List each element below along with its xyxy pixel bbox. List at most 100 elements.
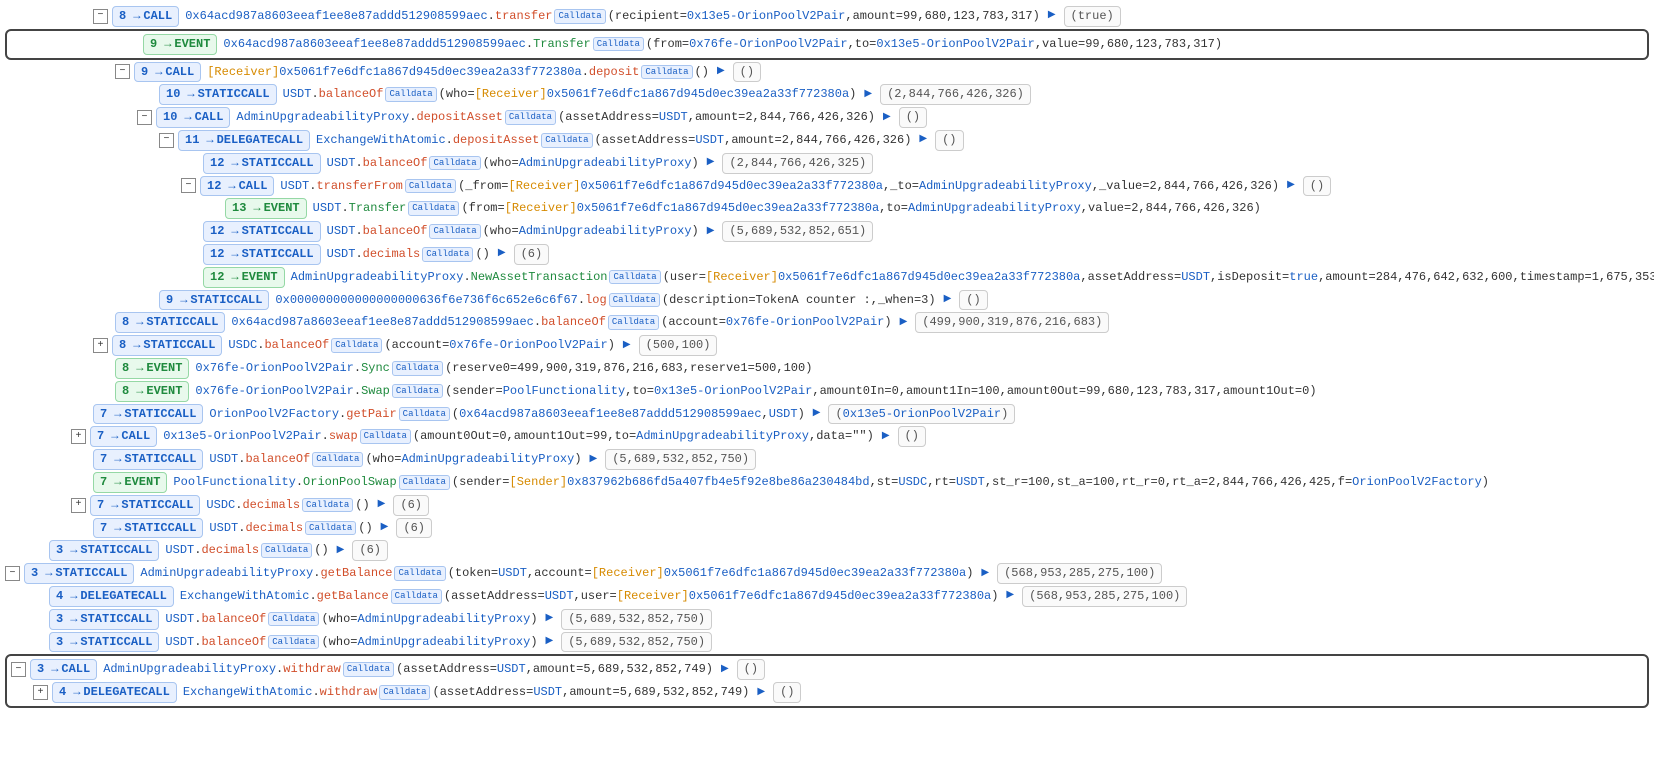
calldata-badge[interactable]: Calldata [405,179,456,194]
calldata-badge[interactable]: Calldata [609,293,660,308]
calldata-badge[interactable]: Calldata [312,452,363,467]
calldata-badge[interactable]: Calldata [641,65,692,80]
collapse-icon[interactable]: − [159,133,174,148]
trace-row[interactable]: 4→DELEGATECALLExchangeWithAtomic.getBala… [5,585,1649,608]
calldata-badge[interactable]: Calldata [392,384,443,399]
collapse-icon[interactable]: − [93,9,108,24]
calldata-badge[interactable]: Calldata [429,156,480,171]
param-address: 0x5061f7e6dfc1a867d945d0ec39ea2a33f77238… [581,178,883,195]
op-type: STATICCALL [55,565,127,582]
calldata-badge[interactable]: Calldata [331,338,382,353]
trace-row[interactable]: +8→STATICCALLUSDC.balanceOfCalldata(acco… [5,334,1649,357]
play-icon[interactable]: ▶ [378,498,386,512]
collapse-icon[interactable]: − [137,110,152,125]
play-icon[interactable]: ▶ [919,133,927,147]
calldata-badge[interactable]: Calldata [392,361,443,376]
play-icon[interactable]: ▶ [717,65,725,79]
play-icon[interactable]: ▶ [1287,179,1295,193]
trace-row[interactable]: +4→DELEGATECALLExchangeWithAtomic.withdr… [11,681,1643,704]
play-icon[interactable]: ▶ [1048,9,1056,23]
play-icon[interactable]: ▶ [757,686,765,700]
trace-row[interactable]: 8→EVENT0x76fe-OrionPoolV2Pair.SwapCallda… [5,380,1649,403]
collapse-icon[interactable]: − [5,566,20,581]
expand-icon[interactable]: + [33,685,48,700]
calldata-badge[interactable]: Calldata [554,9,605,24]
play-icon[interactable]: ▶ [721,663,729,677]
trace-row[interactable]: 12→STATICCALLUSDT.balanceOfCalldata(who=… [5,152,1649,175]
trace-row[interactable]: +7→STATICCALLUSDC.decimalsCalldata()▶(6) [5,494,1649,517]
trace-row[interactable]: +7→CALL0x13e5-OrionPoolV2Pair.swapCallda… [5,425,1649,448]
collapse-icon[interactable]: − [115,64,130,79]
play-icon[interactable]: ▶ [944,293,952,307]
play-icon[interactable]: ▶ [981,567,989,581]
trace-row[interactable]: −8→CALL0x64acd987a8603eeaf1ee8e87addd512… [5,5,1649,28]
collapse-icon[interactable]: − [11,662,26,677]
trace-row[interactable]: 7→EVENTPoolFunctionality.OrionPoolSwapCa… [5,471,1649,494]
play-icon[interactable]: ▶ [707,225,715,239]
trace-row[interactable]: −11→DELEGATECALLExchangeWithAtomic.depos… [5,129,1649,152]
calldata-badge[interactable]: Calldata [399,475,450,490]
calldata-badge[interactable]: Calldata [429,224,480,239]
trace-row[interactable]: 8→STATICCALL0x64acd987a8603eeaf1ee8e87ad… [5,311,1649,334]
calldata-badge[interactable]: Calldata [399,407,450,422]
play-icon[interactable]: ▶ [546,612,554,626]
play-icon[interactable]: ▶ [900,316,908,330]
trace-row[interactable]: 8→EVENT0x76fe-OrionPoolV2Pair.SyncCallda… [5,357,1649,380]
calldata-badge[interactable]: Calldata [385,87,436,102]
call-signature: USDT.transferFromCalldata(_from=[Receive… [280,178,1279,195]
trace-row[interactable]: 12→EVENTAdminUpgradeabilityProxy.NewAsse… [5,266,1649,289]
calldata-badge[interactable]: Calldata [505,110,556,125]
calldata-badge[interactable]: Calldata [408,201,459,216]
trace-row[interactable]: −3→STATICCALLAdminUpgradeabilityProxy.ge… [5,562,1649,585]
param-value: USDT [498,565,527,582]
calldata-badge[interactable]: Calldata [541,133,592,148]
trace-row[interactable]: −3→CALLAdminUpgradeabilityProxy.withdraw… [11,658,1643,681]
play-icon[interactable]: ▶ [337,544,345,558]
trace-row[interactable]: 7→STATICCALLUSDT.balanceOfCalldata(who=A… [5,448,1649,471]
trace-row[interactable]: 9→EVENT0x64acd987a8603eeaf1ee8e87addd512… [11,33,1643,56]
play-icon[interactable]: ▶ [883,111,891,125]
expand-icon[interactable]: + [71,498,86,513]
play-icon[interactable]: ▶ [882,430,890,444]
play-icon[interactable]: ▶ [707,156,715,170]
trace-row[interactable]: 9→STATICCALL0x000000000000000000636f6e73… [5,289,1649,312]
calldata-badge[interactable]: Calldata [268,635,319,650]
expand-icon[interactable]: + [93,338,108,353]
calldata-badge[interactable]: Calldata [379,685,430,700]
play-icon[interactable]: ▶ [590,453,598,467]
trace-row[interactable]: 10→STATICCALLUSDT.balanceOfCalldata(who=… [5,83,1649,106]
calldata-badge[interactable]: Calldata [360,429,411,444]
calldata-badge[interactable]: Calldata [608,315,659,330]
expand-icon[interactable]: + [71,429,86,444]
calldata-badge[interactable]: Calldata [302,498,353,513]
collapse-icon[interactable]: − [181,178,196,193]
play-icon[interactable]: ▶ [864,88,872,102]
trace-row[interactable]: 13→EVENTUSDT.TransferCalldata(from=[Rece… [5,197,1649,220]
trace-row[interactable]: 12→STATICCALLUSDT.balanceOfCalldata(who=… [5,220,1649,243]
calldata-badge[interactable]: Calldata [305,521,356,536]
calldata-badge[interactable]: Calldata [261,543,312,558]
calldata-badge[interactable]: Calldata [422,247,473,262]
play-icon[interactable]: ▶ [813,407,821,421]
trace-row[interactable]: −10→CALLAdminUpgradeabilityProxy.deposit… [5,106,1649,129]
play-icon[interactable]: ▶ [1006,589,1014,603]
calldata-badge[interactable]: Calldata [343,662,394,677]
play-icon[interactable]: ▶ [381,521,389,535]
calldata-badge[interactable]: Calldata [593,37,644,52]
calldata-badge[interactable]: Calldata [268,612,319,627]
trace-row[interactable]: −9→CALL[Receiver] 0x5061f7e6dfc1a867d945… [5,61,1649,84]
trace-row[interactable]: 3→STATICCALLUSDT.balanceOfCalldata(who=A… [5,608,1649,631]
play-icon[interactable]: ▶ [546,635,554,649]
trace-row[interactable]: 3→STATICCALLUSDT.balanceOfCalldata(who=A… [5,631,1649,654]
trace-row[interactable]: 7→STATICCALLOrionPoolV2Factory.getPairCa… [5,403,1649,426]
trace-row[interactable]: 12→STATICCALLUSDT.decimalsCalldata()▶(6) [5,243,1649,266]
play-icon[interactable]: ▶ [623,339,631,353]
method-name: deposit [589,64,639,81]
trace-row[interactable]: 3→STATICCALLUSDT.decimalsCalldata()▶(6) [5,539,1649,562]
trace-row[interactable]: 7→STATICCALLUSDT.decimalsCalldata()▶(6) [5,517,1649,540]
trace-row[interactable]: −12→CALLUSDT.transferFromCalldata(_from=… [5,175,1649,198]
calldata-badge[interactable]: Calldata [394,566,445,581]
play-icon[interactable]: ▶ [498,247,506,261]
calldata-badge[interactable]: Calldata [391,589,442,604]
calldata-badge[interactable]: Calldata [609,270,660,285]
